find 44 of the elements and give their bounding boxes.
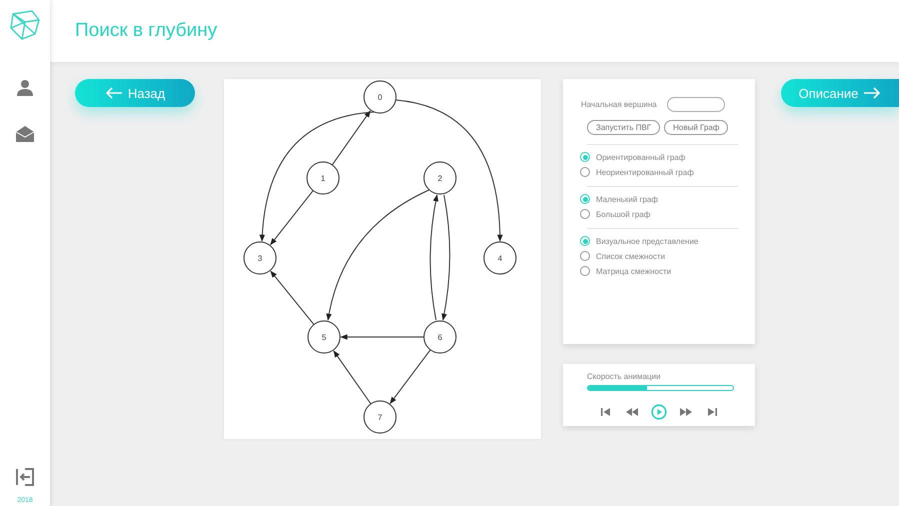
user-icon[interactable]	[15, 78, 35, 98]
logout-icon[interactable]	[15, 467, 35, 487]
option-label: Большой граф	[596, 210, 650, 218]
radio-button[interactable]	[580, 152, 590, 162]
radio-button[interactable]	[580, 236, 590, 246]
graph-node: 1	[306, 162, 340, 194]
skip-back-icon[interactable]	[599, 405, 613, 419]
graph-action-button[interactable]: Новый Граф	[664, 120, 728, 135]
option-label: Визуальное представление	[596, 236, 698, 246]
graph-node: 2	[424, 162, 456, 194]
option-label: Матрица смежности	[596, 266, 672, 276]
graph-action-button[interactable]: Запустить ПВГ	[587, 120, 660, 135]
radio-button[interactable]	[580, 209, 590, 219]
edge-arrow	[390, 349, 431, 404]
right-arrow-icon	[863, 87, 882, 99]
logo-icon	[8, 8, 42, 42]
left-arrow-icon	[104, 87, 123, 99]
graph-node: 4	[484, 242, 516, 274]
speed-slider[interactable]	[587, 385, 734, 391]
graph-node: 5	[308, 320, 340, 354]
start-vertex-field[interactable]	[666, 97, 725, 112]
fast-forward-icon[interactable]	[679, 405, 693, 419]
radio-button[interactable]	[580, 251, 590, 261]
edge-arrow	[333, 350, 372, 404]
skip-forward-icon[interactable]	[705, 405, 719, 419]
graph-node: 7	[364, 400, 396, 434]
envelope-icon[interactable]	[15, 124, 35, 144]
rewind-icon[interactable]	[625, 405, 639, 419]
option-label: Список смежности	[596, 252, 666, 260]
graph-node: 3	[244, 242, 276, 274]
option-label: Ориентированный граф	[596, 152, 686, 162]
radio-button[interactable]	[580, 167, 590, 177]
option-label: Маленький граф	[596, 194, 658, 204]
radio-button[interactable]	[580, 194, 590, 204]
back-button[interactable]: Назад	[75, 79, 195, 107]
option-label: Неориентированный граф	[596, 168, 694, 176]
play-icon[interactable]	[651, 404, 667, 420]
radio-button[interactable]	[580, 266, 590, 276]
animation-speed-label: Скорость анимации	[587, 372, 662, 381]
graph-node: 6	[424, 320, 456, 354]
start-vertex-label: Начальная вершина	[581, 100, 657, 109]
graph-node: 0	[364, 80, 396, 114]
edge-arrow	[270, 270, 314, 326]
page-title: Поиск в глубину	[75, 20, 218, 42]
